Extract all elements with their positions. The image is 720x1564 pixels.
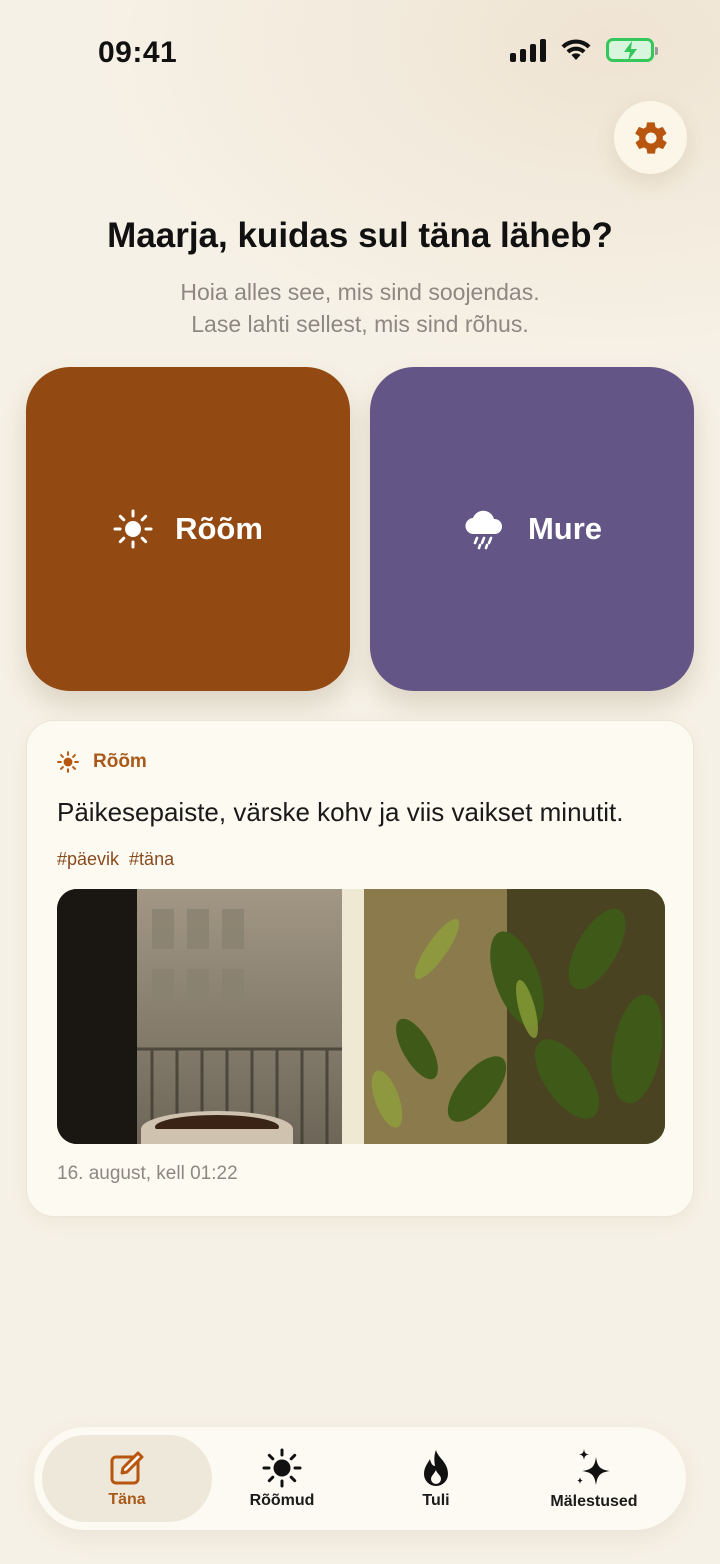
tag[interactable]: #täna: [129, 849, 174, 870]
flame-icon: [424, 1449, 448, 1486]
sun-icon: [262, 1448, 302, 1487]
entry-photo[interactable]: [57, 889, 665, 1144]
tab-joys[interactable]: Rõõmud: [204, 1435, 360, 1522]
greeting-subtitle: Hoia alles see, mis sind soojendas. Lase…: [0, 276, 720, 340]
tab-fire[interactable]: Tuli: [360, 1435, 512, 1522]
mood-joy-label: Rõõm: [175, 511, 263, 546]
status-time: 09:41: [98, 36, 178, 69]
entry-date: 16. august, kell 01:22: [57, 1163, 238, 1184]
tab-label: Rõõmud: [249, 1491, 315, 1509]
settings-button[interactable]: [614, 101, 687, 174]
tab-label: Täna: [108, 1490, 146, 1508]
sun-icon: [57, 751, 79, 773]
cellular-signal-icon: [510, 38, 546, 62]
gear-icon: [634, 121, 667, 154]
status-bar: 09:41: [0, 0, 720, 100]
wifi-icon: [561, 39, 591, 60]
entry-mood-label: Rõõm: [93, 751, 147, 772]
tab-label: Tuli: [422, 1491, 450, 1509]
entry-text: Päikesepaiste, värske kohv ja viis vaiks…: [57, 797, 624, 827]
tab-memories[interactable]: Mälestused: [512, 1435, 676, 1522]
status-icons: [510, 38, 658, 62]
mood-worry-button[interactable]: Mure: [370, 367, 694, 691]
sparkles-icon: [577, 1448, 610, 1485]
coffee-plant-photo: [57, 889, 665, 1144]
journal-entry-card[interactable]: Rõõm Päikesepaiste, värske kohv ja viis …: [26, 720, 694, 1217]
greeting-title: Maarja, kuidas sul täna läheb?: [107, 216, 613, 255]
mood-worry-label: Mure: [527, 511, 603, 546]
edit-icon: [110, 1451, 144, 1484]
subtitle-line: Lase lahti sellest, mis sind rõhus.: [191, 311, 529, 337]
tag[interactable]: #päevik: [57, 849, 119, 870]
tab-bar: Täna Rõõmud Tuli Mälestused: [34, 1427, 686, 1530]
subtitle-line: Hoia alles see, mis sind soojendas.: [180, 279, 540, 305]
entry-tags: #päevik #täna: [57, 849, 174, 870]
battery-icon: [606, 38, 658, 62]
rain-cloud-icon: [465, 510, 502, 550]
mood-joy-button[interactable]: Rõõm: [26, 367, 350, 691]
sun-icon: [113, 509, 153, 549]
tab-label: Mälestused: [550, 1492, 638, 1510]
tab-today[interactable]: Täna: [42, 1435, 212, 1522]
entry-mood: Rõõm: [57, 751, 147, 773]
